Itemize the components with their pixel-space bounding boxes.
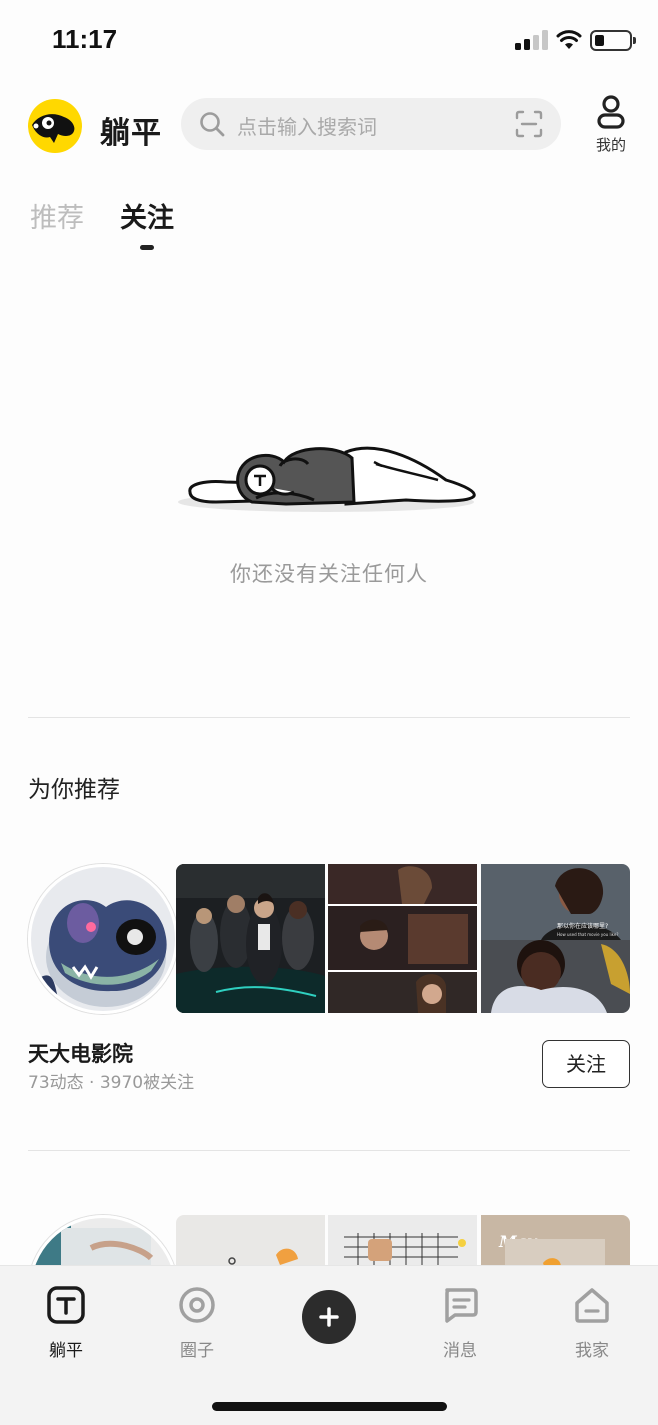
status-time: 11:17 [52,24,118,54]
search-placeholder: 点击输入搜索词 [237,115,377,139]
message-icon [445,1288,478,1323]
create-post-button[interactable] [302,1290,356,1344]
circle-target-icon [179,1287,215,1323]
search-bar[interactable]: 点击输入搜索词 [181,98,561,150]
movie-still-image [176,864,325,1013]
post-thumbnail[interactable] [328,864,477,1013]
battery-icon [590,30,636,51]
tangping-icon [47,1286,85,1324]
post-thumbnail[interactable]: 那以你在应该哪里? How used that movie you like? [481,864,630,1013]
wifi-icon [556,30,582,49]
user-icon [597,95,625,129]
scan-icon[interactable] [515,110,543,138]
nav-tangping-label: 躺平 [49,1341,83,1361]
home-indicator[interactable] [212,1402,447,1411]
plus-icon [319,1307,339,1327]
my-profile-label: 我的 [595,136,626,154]
nav-home-label: 我家 [575,1341,609,1361]
subtitle-line-2: How used that movie you like? [557,932,618,937]
recommend-section-title: 为你推荐 [28,777,120,803]
app-logo[interactable] [28,99,82,153]
nav-messages-label: 消息 [443,1341,477,1361]
my-profile-button[interactable]: 我的 [588,94,634,154]
search-icon [200,112,225,137]
mole-mascot-icon [32,114,75,143]
recommend-card[interactable]: 那以你在应该哪里? How used that movie you like? … [28,864,630,1094]
section-divider [28,1150,630,1151]
feed-tabs: 推荐 关注 [0,196,658,256]
bottom-tab-bar: 躺平 圈子 消息 我家 [0,1265,658,1425]
active-tab-indicator [140,245,154,250]
app-header: 躺平 点击输入搜索词 我的 [0,88,658,162]
lying-mole-illustration [178,446,476,512]
house-icon [575,1288,609,1323]
avatar[interactable] [28,864,178,1014]
tab-recommend[interactable]: 推荐 [30,196,84,235]
movie-still-image: 那以你在应该哪里? How used that movie you like? [481,864,630,1013]
movie-still-image [328,864,477,1013]
stitch-avatar-image [31,867,175,1011]
subtitle-line-1: 那以你在应该哪里? [557,922,608,930]
tab-following[interactable]: 关注 [120,196,174,235]
section-divider [28,717,630,718]
follow-button[interactable]: 关注 [542,1040,630,1088]
post-thumbnail[interactable] [176,864,325,1013]
nav-circle-label: 圈子 [180,1341,214,1361]
empty-state-message: 你还没有关注任何人 [230,562,428,586]
cellular-signal-icon [515,30,548,50]
recommend-user-name[interactable]: 天大电影院 [28,1038,133,1068]
status-bar: 11:17 [0,0,658,80]
brand-name: 躺平 [100,116,162,151]
recommend-user-stats: 73动态 · 3970被关注 [28,1073,195,1093]
